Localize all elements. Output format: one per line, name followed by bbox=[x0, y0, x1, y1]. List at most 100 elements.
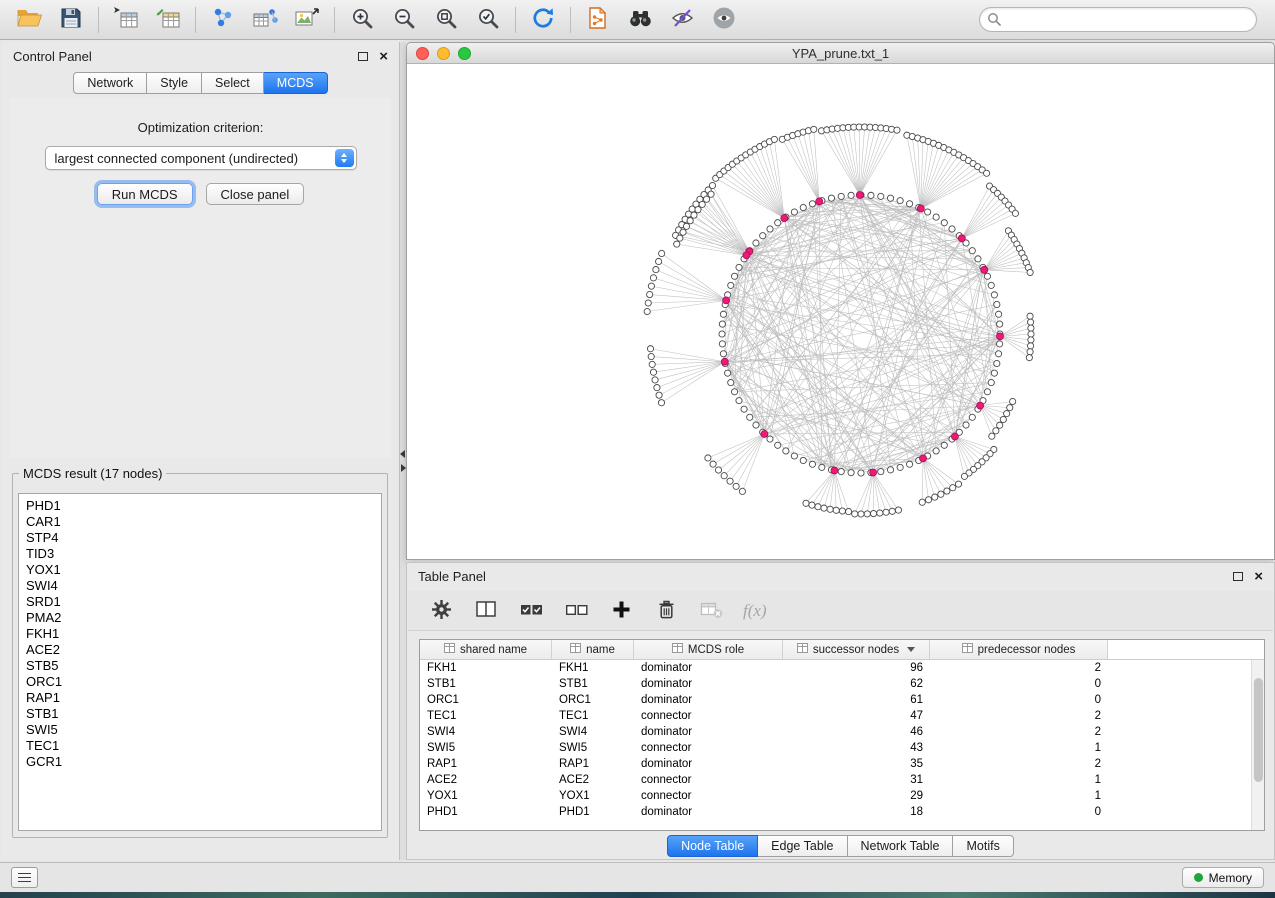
float-panel-icon[interactable] bbox=[358, 52, 368, 61]
window-close-button[interactable] bbox=[416, 47, 429, 60]
zoom-fit-button[interactable] bbox=[425, 3, 467, 37]
mcds-result-item[interactable]: SRD1 bbox=[26, 594, 374, 610]
delete-row-button[interactable] bbox=[653, 598, 679, 624]
import-table-icon bbox=[155, 6, 181, 33]
close-panel-icon[interactable]: × bbox=[1254, 569, 1263, 584]
mcds-result-item[interactable]: PHD1 bbox=[26, 498, 374, 514]
mcds-result-item[interactable]: GCR1 bbox=[26, 754, 374, 770]
mcds-result-list[interactable]: PHD1CAR1STP4TID3YOX1SWI4SRD1PMA2FKH1ACE2… bbox=[18, 493, 382, 831]
window-minimize-button[interactable] bbox=[437, 47, 450, 60]
import-network-table-button[interactable] bbox=[244, 3, 286, 37]
mcds-result-item[interactable]: ACE2 bbox=[26, 642, 374, 658]
node-table-body: FKH1FKH1dominator962STB1STB1dominator620… bbox=[420, 660, 1264, 820]
table-cell: 0 bbox=[930, 804, 1108, 820]
tab-select[interactable]: Select bbox=[202, 72, 264, 94]
hide-details-button[interactable] bbox=[661, 3, 703, 37]
show-details-button[interactable] bbox=[703, 3, 745, 37]
export-image-button[interactable] bbox=[286, 3, 328, 37]
mcds-result-item[interactable]: STB1 bbox=[26, 706, 374, 722]
network-canvas[interactable] bbox=[407, 64, 1274, 559]
zoom-in-button[interactable] bbox=[341, 3, 383, 37]
search-input[interactable] bbox=[979, 7, 1257, 32]
criterion-dropdown[interactable]: largest connected component (undirected) bbox=[45, 146, 357, 170]
network-window-titlebar[interactable]: YPA_prune.txt_1 bbox=[407, 43, 1274, 64]
tab-style[interactable]: Style bbox=[147, 72, 202, 94]
tab-network[interactable]: Network bbox=[73, 72, 147, 94]
share-document-button[interactable] bbox=[577, 3, 619, 37]
control-panel-tabs: NetworkStyleSelectMCDS bbox=[2, 72, 399, 94]
mcds-result-item[interactable]: STP4 bbox=[26, 530, 374, 546]
column-header-successor-nodes[interactable]: successor nodes bbox=[783, 640, 930, 659]
show-columns-button[interactable] bbox=[473, 598, 499, 624]
scrollbar-thumb[interactable] bbox=[1254, 678, 1263, 782]
float-panel-icon[interactable] bbox=[1233, 572, 1243, 581]
table-panel-tabs: Node TableEdge TableNetwork TableMotifs bbox=[407, 835, 1274, 857]
mcds-result-group: MCDS result (17 nodes) PHD1CAR1STP4TID3Y… bbox=[12, 466, 388, 838]
table-cell: dominator bbox=[634, 676, 783, 692]
table-row[interactable]: ORC1ORC1dominator610 bbox=[420, 692, 1264, 708]
import-table-button[interactable] bbox=[147, 3, 189, 37]
table-cell: ACE2 bbox=[420, 772, 552, 788]
zoom-selected-button[interactable] bbox=[467, 3, 509, 37]
add-function-row-button[interactable] bbox=[608, 598, 634, 624]
search-network-button[interactable] bbox=[619, 3, 661, 37]
task-history-button[interactable] bbox=[11, 867, 38, 888]
open-session-button[interactable] bbox=[8, 3, 50, 37]
table-row[interactable]: PHD1PHD1dominator180 bbox=[420, 804, 1264, 820]
table-row[interactable]: SWI5SWI5connector431 bbox=[420, 740, 1264, 756]
import-table-file-button[interactable] bbox=[105, 3, 147, 37]
tab-motifs[interactable]: Motifs bbox=[953, 835, 1013, 857]
control-panel-header[interactable]: Control Panel × bbox=[2, 42, 399, 70]
column-header-shared-name[interactable]: shared name bbox=[420, 640, 552, 659]
control-panel-title: Control Panel bbox=[13, 49, 92, 64]
mcds-result-item[interactable]: TID3 bbox=[26, 546, 374, 562]
memory-button[interactable]: Memory bbox=[1182, 867, 1264, 888]
save-session-button[interactable] bbox=[50, 3, 92, 37]
mcds-result-item[interactable]: ORC1 bbox=[26, 674, 374, 690]
gear-icon bbox=[431, 599, 452, 623]
tab-mcds[interactable]: MCDS bbox=[264, 72, 328, 94]
table-row[interactable]: RAP1RAP1dominator352 bbox=[420, 756, 1264, 772]
unselect-all-button[interactable] bbox=[563, 598, 589, 624]
mcds-result-item[interactable]: CAR1 bbox=[26, 514, 374, 530]
close-panel-icon[interactable]: × bbox=[379, 49, 388, 64]
tab-edge-table[interactable]: Edge Table bbox=[758, 835, 847, 857]
table-row[interactable]: SWI4SWI4dominator462 bbox=[420, 724, 1264, 740]
apply-layout-button[interactable] bbox=[522, 3, 564, 37]
table-cell: ACE2 bbox=[552, 772, 634, 788]
table-cell: ORC1 bbox=[552, 692, 634, 708]
mcds-result-item[interactable]: RAP1 bbox=[26, 690, 374, 706]
table-row[interactable]: TEC1TEC1connector472 bbox=[420, 708, 1264, 724]
close-panel-button[interactable]: Close panel bbox=[206, 183, 305, 205]
run-mcds-button[interactable]: Run MCDS bbox=[97, 183, 193, 205]
mcds-result-item[interactable]: PMA2 bbox=[26, 610, 374, 626]
table-row[interactable]: FKH1FKH1dominator962 bbox=[420, 660, 1264, 676]
zoom-out-button[interactable] bbox=[383, 3, 425, 37]
import-network-file-button[interactable] bbox=[202, 3, 244, 37]
table-panel-header[interactable]: Table Panel × bbox=[407, 563, 1274, 589]
select-all-button[interactable] bbox=[518, 598, 544, 624]
mcds-result-item[interactable]: FKH1 bbox=[26, 626, 374, 642]
table-cell: 61 bbox=[783, 692, 930, 708]
table-row[interactable]: YOX1YOX1connector291 bbox=[420, 788, 1264, 804]
table-row[interactable]: STB1STB1dominator620 bbox=[420, 676, 1264, 692]
table-scrollbar[interactable] bbox=[1251, 660, 1264, 830]
table-cell: RAP1 bbox=[552, 756, 634, 772]
window-maximize-button[interactable] bbox=[458, 47, 471, 60]
column-header-name[interactable]: name bbox=[552, 640, 634, 659]
table-cell: FKH1 bbox=[552, 660, 634, 676]
mcds-result-item[interactable]: YOX1 bbox=[26, 562, 374, 578]
table-settings-button[interactable] bbox=[428, 598, 454, 624]
table-row[interactable]: ACE2ACE2connector311 bbox=[420, 772, 1264, 788]
column-header-MCDS-role[interactable]: MCDS role bbox=[634, 640, 783, 659]
mcds-result-item[interactable]: SWI4 bbox=[26, 578, 374, 594]
table-cell: 2 bbox=[930, 756, 1108, 772]
column-header-predecessor-nodes[interactable]: predecessor nodes bbox=[930, 640, 1108, 659]
mcds-result-item[interactable]: STB5 bbox=[26, 658, 374, 674]
tab-network-table[interactable]: Network Table bbox=[848, 835, 954, 857]
collapse-left-icon[interactable] bbox=[400, 450, 405, 458]
tab-node-table[interactable]: Node Table bbox=[667, 835, 758, 857]
mcds-result-item[interactable]: TEC1 bbox=[26, 738, 374, 754]
mcds-result-item[interactable]: SWI5 bbox=[26, 722, 374, 738]
table-cell: PHD1 bbox=[552, 804, 634, 820]
